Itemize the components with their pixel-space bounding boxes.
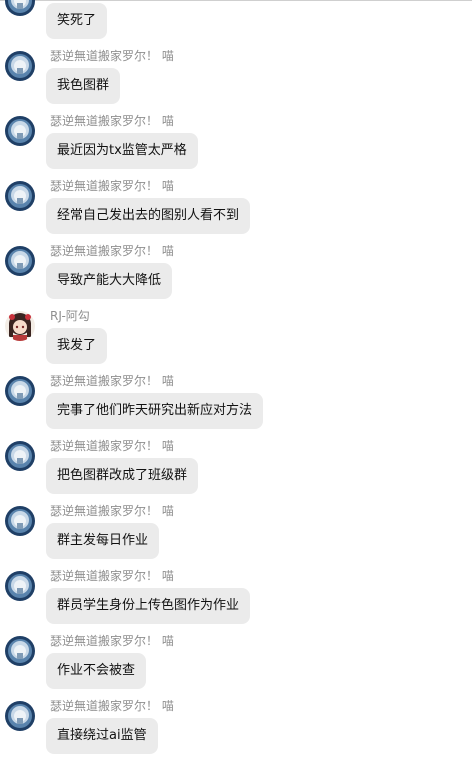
user-portrait-icon [5,376,35,406]
chat-message: 笑死了 [0,0,472,51]
avatar-main-user[interactable] [5,506,35,536]
avatar-main-user[interactable] [5,441,35,471]
sender-name[interactable]: 瑟逆無道搬家罗尔！ 喵 [50,504,174,518]
chat-message: RJ-阿勾 我发了 [0,309,472,376]
avatar-main-user[interactable] [5,246,35,276]
chat-message: 瑟逆無道搬家罗尔！ 喵 我色图群 [0,49,472,116]
sender-name[interactable]: RJ-阿勾 [50,309,90,323]
chat-message: 瑟逆無道搬家罗尔！ 喵 完事了他们昨天研究出新应对方法 [0,374,472,441]
user-portrait-icon [5,636,35,666]
message-bubble[interactable]: 直接绕过ai监管 [46,718,158,754]
message-bubble[interactable]: 经常自己发出去的图别人看不到 [46,198,251,234]
message-bubble[interactable]: 最近因为tx监管太严格 [46,133,198,169]
message-bubble[interactable]: 群员学生身份上传色图作为作业 [46,588,251,624]
chat-message: 瑟逆無道搬家罗尔！ 喵 群员学生身份上传色图作为作业 [0,569,472,636]
user-portrait-icon [5,506,35,536]
sender-name[interactable]: 瑟逆無道搬家罗尔！ 喵 [50,374,174,388]
message-bubble[interactable]: 我发了 [46,328,108,364]
chat-message: 瑟逆無道搬家罗尔！ 喵 群主发每日作业 [0,504,472,571]
user-portrait-icon [5,0,35,16]
chat-message: 瑟逆無道搬家罗尔！ 喵 导致产能大大降低 [0,244,472,311]
user-portrait-icon [5,571,35,601]
chat-message: 瑟逆無道搬家罗尔！ 喵 直接绕过ai监管 [0,699,472,766]
sender-name[interactable]: 瑟逆無道搬家罗尔！ 喵 [50,114,174,128]
chat-message: 瑟逆無道搬家罗尔！ 喵 把色图群改成了班级群 [0,439,472,506]
avatar-main-user[interactable] [5,701,35,731]
avatar-main-user[interactable] [5,116,35,146]
user-portrait-icon [5,441,35,471]
anime-girl-avatar-icon [5,311,35,341]
avatar-main-user[interactable] [5,571,35,601]
sender-name[interactable]: 瑟逆無道搬家罗尔！ 喵 [50,569,174,583]
user-portrait-icon [5,116,35,146]
message-bubble[interactable]: 把色图群改成了班级群 [46,458,199,494]
sender-name[interactable]: 瑟逆無道搬家罗尔！ 喵 [50,634,174,648]
message-bubble[interactable]: 作业不会被查 [46,653,147,689]
avatar-other-user[interactable] [5,311,35,341]
sender-name[interactable]: 瑟逆無道搬家罗尔！ 喵 [50,699,174,713]
sender-name[interactable]: 瑟逆無道搬家罗尔！ 喵 [50,439,174,453]
chat-message: 瑟逆無道搬家罗尔！ 喵 经常自己发出去的图别人看不到 [0,179,472,246]
avatar-main-user[interactable] [5,51,35,81]
avatar-main-user[interactable] [5,636,35,666]
avatar-main-user[interactable] [5,0,35,16]
sender-name[interactable]: 瑟逆無道搬家罗尔！ 喵 [50,49,174,63]
sender-name[interactable]: 瑟逆無道搬家罗尔！ 喵 [50,244,174,258]
message-bubble[interactable]: 我色图群 [46,68,121,104]
message-bubble[interactable]: 完事了他们昨天研究出新应对方法 [46,393,264,429]
chat-message: 瑟逆無道搬家罗尔！ 喵 作业不会被查 [0,634,472,701]
sender-name[interactable]: 瑟逆無道搬家罗尔！ 喵 [50,179,174,193]
message-bubble[interactable]: 导致产能大大降低 [46,263,173,299]
user-portrait-icon [5,181,35,211]
user-portrait-icon [5,246,35,276]
message-bubble[interactable]: 笑死了 [46,3,108,39]
chat-message: 瑟逆無道搬家罗尔！ 喵 最近因为tx监管太严格 [0,114,472,181]
user-portrait-icon [5,51,35,81]
avatar-main-user[interactable] [5,376,35,406]
avatar-main-user[interactable] [5,181,35,211]
message-bubble[interactable]: 群主发每日作业 [46,523,160,559]
user-portrait-icon [5,701,35,731]
